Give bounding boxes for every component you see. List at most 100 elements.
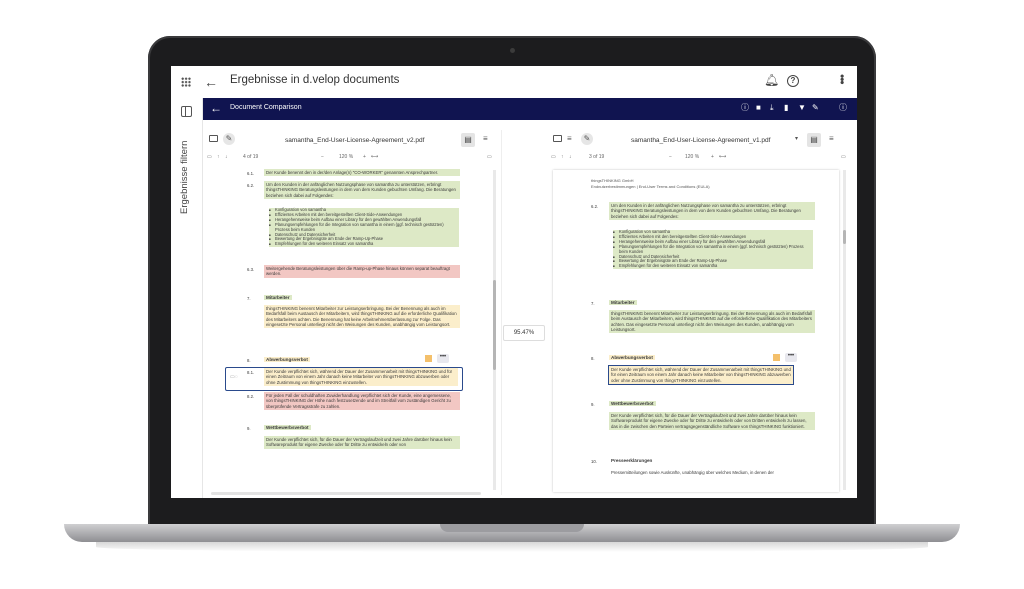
page-down-icon[interactable]: ↓	[569, 154, 572, 160]
left-scrollbar-thumb[interactable]	[493, 280, 496, 370]
apps-grid-icon[interactable]	[181, 77, 191, 87]
section-number: 10.	[591, 459, 597, 464]
filter-icon[interactable]: ▼	[798, 103, 806, 113]
zoom-out-icon[interactable]: −	[669, 154, 672, 160]
more-vertical-icon[interactable]: •••	[835, 74, 849, 84]
pane-divider	[501, 130, 502, 495]
compare-icon[interactable]: ▭◌	[230, 374, 238, 380]
info-icon[interactable]: ⓘ	[741, 103, 749, 113]
left-page: 6.1. Der Kunde benennt den in der/den An…	[213, 168, 491, 490]
section-heading[interactable]: Abwerbungsverbot	[264, 357, 310, 362]
panel-toggle-icon[interactable]	[181, 106, 192, 117]
expand-icon[interactable]: ▭	[487, 154, 492, 160]
zoom-in-icon[interactable]: +	[363, 154, 366, 160]
page-header-company: thingsTHINKING GmbH	[591, 178, 634, 183]
right-document-title: samantha_End-User-License-Agreement_v1.p…	[631, 137, 771, 144]
save-icon[interactable]: ■	[756, 103, 761, 113]
section-number: 7.	[247, 296, 251, 301]
section-heading[interactable]: Mitarbeiter	[609, 300, 637, 305]
selected-section-text[interactable]: Der Kunde verpflichtet sich, während der…	[608, 365, 794, 385]
section-text[interactable]: Pressemitteilungen sowie Auskünfte, unab…	[609, 469, 815, 476]
bullet-item[interactable]: Empfehlungen für den weiteren Einsatz vo…	[269, 241, 459, 248]
right-document-pane: ≡ ✎ samantha_End-User-License-Agreement_…	[547, 130, 853, 495]
section-text[interactable]: Um den Kunden in der anfänglichen Nutzun…	[609, 202, 815, 220]
section-heading[interactable]: Wettbewerbsverbot	[609, 401, 656, 406]
change-marker-icon[interactable]	[425, 355, 432, 362]
page-down-icon[interactable]: ↓	[225, 154, 228, 160]
section-number: 8.1.	[247, 370, 255, 375]
similarity-percentage: 95.47%	[503, 325, 545, 341]
back-arrow-icon[interactable]: ←	[204, 74, 218, 90]
download-icon[interactable]: ⤓	[770, 103, 774, 113]
menu-icon[interactable]: ≡	[483, 135, 492, 143]
fit-icon[interactable]: ⟷	[371, 154, 378, 160]
section-number: 8.2.	[247, 394, 255, 399]
annotate-pen-icon[interactable]: ✎	[223, 133, 235, 145]
sidebar-toggle-icon[interactable]: ▭	[551, 154, 556, 160]
section-text[interactable]: Weitergehende Beratungsleistungen über d…	[264, 265, 460, 278]
section-text[interactable]: Der Kunde verpflichtet sich, für die Dau…	[609, 412, 815, 430]
help-icon[interactable]: ⓘ	[839, 103, 847, 113]
section-heading[interactable]: Abwerbungsverbot	[609, 355, 655, 360]
screen: ← Ergebnisse in d.velop documents 🔔︎ ? •…	[171, 66, 857, 498]
right-scrollbar-thumb[interactable]	[843, 230, 846, 244]
right-pane-header: ≡ ✎ samantha_End-User-License-Agreement_…	[547, 130, 853, 152]
left-page-navigation: ▭ ↑ ↓ 4 of 19 − 120 % + ⟷ ▭	[203, 154, 499, 164]
section-number: 7.	[591, 301, 595, 306]
bell-icon[interactable]: 🔔︎	[764, 73, 779, 87]
section-number: 6.3.	[247, 267, 255, 272]
sidebar-toggle-icon[interactable]: ▭	[207, 154, 212, 160]
filter-rail: Ergebnisse filtern	[171, 98, 203, 498]
fit-icon[interactable]: ⟷	[719, 154, 726, 160]
comparison-toolbar: ← Document Comparison ⓘ ■ ⤓ ▮ ▼ ✎ ⓘ	[203, 98, 857, 120]
bullet-list: Konfiguration von samantha Effizientes A…	[613, 229, 813, 270]
zoom-in-icon[interactable]: +	[711, 154, 714, 160]
bullet-item[interactable]: Empfehlungen für den weiteren Einsatz vo…	[613, 263, 813, 270]
change-marker-icon[interactable]	[773, 354, 780, 361]
section-heading[interactable]: Wettbewerbsverbot	[264, 425, 311, 430]
section-heading[interactable]: Mitarbeiter	[264, 295, 292, 300]
section-text[interactable]: Der Kunde benennt den in der/den Anlage(…	[264, 169, 460, 177]
bullet-list: Konfiguration von samantha Effizientes A…	[269, 207, 459, 248]
wrench-icon[interactable]: ✎	[812, 103, 819, 113]
page-indicator[interactable]: 4 of 19	[243, 154, 258, 160]
page-indicator[interactable]: 3 of 19	[589, 154, 604, 160]
zoom-out-icon[interactable]: −	[321, 154, 324, 160]
image-icon[interactable]	[553, 135, 562, 142]
section-number: 9.	[247, 426, 251, 431]
more-options-icon[interactable]: •••	[785, 353, 797, 362]
section-text[interactable]: Um den Kunden in der anfänglichen Nutzun…	[264, 181, 460, 199]
filter-label[interactable]: Ergebnisse filtern	[179, 134, 190, 214]
comparison-title: Document Comparison	[230, 104, 302, 111]
zoom-level[interactable]: 120 %	[685, 154, 699, 160]
expand-icon[interactable]: ▭	[841, 154, 846, 160]
page-up-icon[interactable]: ↑	[561, 154, 564, 160]
section-text[interactable]: thingsTHINKING benennt Mitarbeiter zur L…	[609, 310, 815, 334]
section-text[interactable]: Der Kunde verpflichtet sich, für die Dau…	[264, 436, 460, 449]
section-text[interactable]: Für jeden Fall der schuldhaften Zuwiderh…	[264, 392, 460, 410]
back-arrow-icon[interactable]: ←	[210, 101, 222, 115]
right-page-navigation: ▭ ↑ ↓ 3 of 19 − 120 % + ⟷ ▭	[547, 154, 853, 164]
dropdown-chevron-icon[interactable]: ▾	[795, 135, 804, 143]
app-title: Ergebnisse in d.velop documents	[230, 74, 400, 86]
help-icon[interactable]: ?	[787, 75, 799, 87]
zoom-level[interactable]: 120 %	[339, 154, 353, 160]
more-options-icon[interactable]: •••	[437, 354, 449, 363]
section-text[interactable]: Der Kunde verpflichtet sich, während der…	[264, 368, 458, 386]
right-scrollbar[interactable]	[843, 170, 846, 490]
section-number: 6.2.	[591, 204, 599, 209]
list-format-icon[interactable]: ≡	[567, 135, 576, 143]
statistics-icon[interactable]: ▮	[784, 103, 788, 113]
menu-icon[interactable]: ≡	[829, 135, 838, 143]
document-view-button[interactable]: ▤	[461, 133, 475, 147]
section-number: 8.	[247, 358, 251, 363]
page-up-icon[interactable]: ↑	[217, 154, 220, 160]
document-view-button[interactable]: ▤	[807, 133, 821, 147]
left-document-pane: ✎ samantha_End-User-License-Agreement_v2…	[203, 130, 499, 495]
horizontal-scrollbar[interactable]	[211, 492, 481, 495]
image-icon[interactable]	[209, 135, 218, 142]
page-header-title: Endnutzerbestimmungen | End-User Terms a…	[591, 184, 710, 189]
section-text[interactable]: thingsTHINKING benennt Mitarbeiter zur L…	[264, 305, 460, 329]
annotate-pen-icon[interactable]: ✎	[581, 133, 593, 145]
section-heading[interactable]: Presseerklärungen	[609, 458, 654, 463]
